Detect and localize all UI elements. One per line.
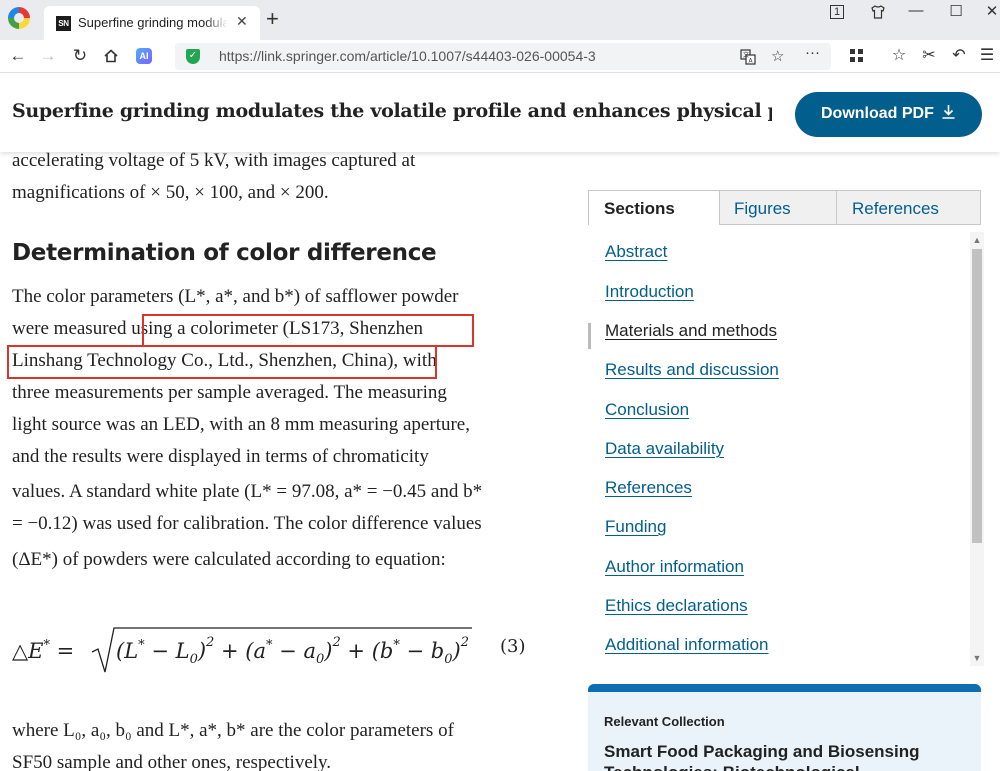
download-pdf-label: Download PDF — [821, 105, 934, 122]
tab-count-icon[interactable]: 1 — [830, 5, 844, 19]
favorites-list-icon[interactable]: ☆ — [888, 45, 910, 65]
article-title: Superfine grinding modulates the volatil… — [12, 100, 772, 122]
sidebar-item-data-availability[interactable]: Data availability — [605, 439, 724, 459]
paragraph-line: The color parameters (L*, a*, and b*) of… — [12, 286, 459, 307]
current-section-indicator — [588, 323, 591, 349]
relevant-collection-card[interactable]: Relevant Collection Smart Food Packaging… — [588, 684, 981, 771]
sidebar-item-ethics-declarations[interactable]: Ethics declarations — [605, 596, 748, 616]
collection-label: Relevant Collection — [604, 714, 725, 729]
sidebar-item-funding[interactable]: Funding — [605, 517, 666, 537]
address-bar[interactable]: ✓ https://link.springer.com/article/10.1… — [175, 43, 831, 70]
close-window-button[interactable]: ✕ — [980, 2, 1000, 20]
browser-tab-bar: SN Superfine grinding modulates the vola… — [0, 0, 1000, 40]
highlight-box-manufacturer — [7, 345, 437, 379]
ai-assistant-icon[interactable]: AI — [136, 48, 152, 64]
download-pdf-button[interactable]: Download PDF — [795, 92, 982, 137]
browser-logo-icon[interactable] — [8, 7, 30, 29]
more-options-icon[interactable]: ··· — [805, 44, 820, 61]
section-heading: Determination of color difference — [12, 240, 437, 266]
menu-icon[interactable]: ☰ — [976, 45, 998, 65]
paragraph-line: light source was an LED, with an 8 mm me… — [12, 414, 470, 435]
svg-text:△E* =: △E* = — [12, 638, 74, 663]
back-arrow-icon[interactable]: ← — [7, 45, 29, 67]
highlight-box-colorimeter — [142, 314, 474, 347]
paragraph-line: (ΔE*) of powders were calculated accordi… — [12, 549, 446, 570]
body-line: where L₀, a₀, b₀ and L*, a*, b* are the … — [12, 720, 454, 741]
body-line: accelerating voltage of 5 kV, with image… — [12, 150, 416, 171]
body-line: magnifications of × 50, × 100, and × 200… — [12, 182, 329, 203]
bookmark-star-icon[interactable]: ☆ — [771, 47, 784, 65]
scrollbar-thumb[interactable] — [972, 249, 982, 543]
url-text[interactable]: https://link.springer.com/article/10.100… — [219, 48, 596, 64]
minimize-button[interactable]: — — [904, 2, 928, 19]
tab-close-icon[interactable]: ✕ — [236, 13, 248, 30]
sidebar-item-author-information[interactable]: Author information — [605, 557, 744, 577]
svg-text:(L* − L0)2 + (a* − a0)2 + (b*: (L* − L0)2 + (a* − a0)2 + (b* − b0)2 — [116, 635, 469, 667]
maximize-button[interactable]: ☐ — [944, 2, 968, 20]
shirt-skin-icon[interactable] — [866, 4, 890, 24]
sidebar-tabs: Sections Figures References — [588, 190, 981, 226]
tab-title: Superfine grinding modulates the volatil… — [78, 15, 228, 30]
scroll-up-arrow-icon[interactable]: ▲ — [970, 235, 984, 245]
tab-references[interactable]: References — [836, 191, 981, 224]
springer-favicon-icon: SN — [56, 16, 71, 31]
sidebar-item-abstract[interactable]: Abstract — [605, 242, 667, 262]
new-tab-button[interactable]: + — [266, 8, 279, 30]
apps-grid-icon[interactable] — [845, 45, 867, 68]
paragraph-line: and the results were displayed in terms … — [12, 446, 429, 467]
scroll-down-arrow-icon[interactable]: ▼ — [970, 653, 984, 663]
scissors-icon[interactable]: ✂ — [918, 45, 940, 65]
paragraph-line: = −0.12) was used for calibration. The c… — [12, 513, 482, 534]
home-icon[interactable] — [100, 45, 122, 67]
article-sticky-header: Superfine grinding modulates the volatil… — [0, 74, 1000, 152]
collection-title[interactable]: Smart Food Packaging and Biosensing Tech… — [604, 741, 964, 771]
equation-svg: △E* = (L* − L0)2 + (a* − a0)2 + (b* − b0… — [12, 627, 472, 673]
forward-arrow-icon[interactable]: → — [37, 45, 59, 67]
undo-icon[interactable]: ↶ — [948, 45, 970, 65]
paragraph-line: three measurements per sample averaged. … — [12, 382, 447, 403]
sidebar-scrollbar[interactable]: ▲ ▼ — [970, 232, 984, 666]
download-icon — [941, 104, 956, 124]
translate-icon[interactable]: 文A — [740, 49, 756, 68]
browser-tab[interactable]: SN Superfine grinding modulates the vola… — [44, 6, 260, 40]
sidebar-item-additional-information[interactable]: Additional information — [605, 635, 768, 655]
color-difference-equation: △E* = (L* − L0)2 + (a* − a0)2 + (b* − b0… — [12, 622, 482, 683]
tab-figures[interactable]: Figures — [719, 191, 836, 224]
security-shield-icon[interactable]: ✓ — [186, 49, 200, 64]
sidebar-item-introduction[interactable]: Introduction — [605, 282, 694, 302]
tab-sections[interactable]: Sections — [589, 191, 719, 226]
paragraph-line: values. A standard white plate (L* = 97.… — [12, 481, 483, 502]
sidebar-item-conclusion[interactable]: Conclusion — [605, 400, 689, 420]
equation-number: (3) — [500, 636, 526, 657]
sidebar-item-results-and-discussion[interactable]: Results and discussion — [605, 360, 779, 380]
sidebar-item-materials-and-methods[interactable]: Materials and methods — [605, 321, 777, 341]
body-line: SF50 sample and other ones, respectively… — [12, 752, 332, 771]
sidebar-item-references[interactable]: References — [605, 478, 692, 498]
reload-icon[interactable]: ↻ — [69, 45, 91, 67]
